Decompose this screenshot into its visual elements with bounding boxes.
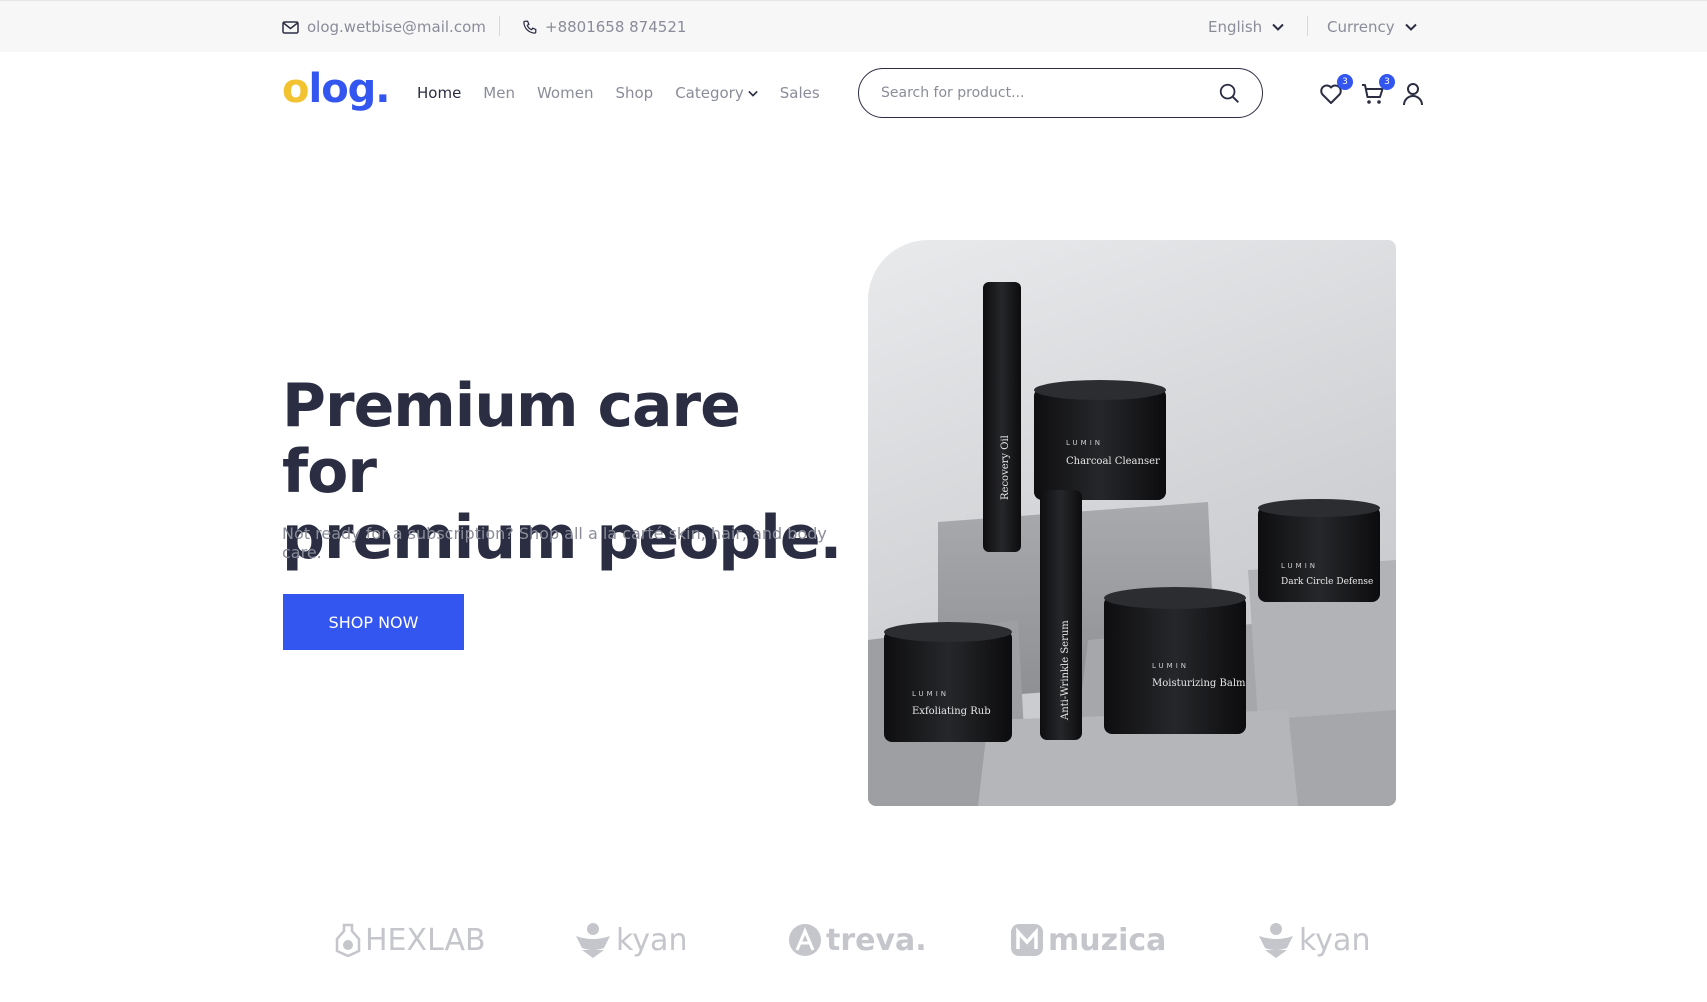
nav-women[interactable]: Women bbox=[537, 84, 593, 102]
search-icon[interactable] bbox=[1218, 82, 1240, 104]
wishlist-button[interactable]: 3 bbox=[1317, 74, 1353, 108]
search-box bbox=[858, 68, 1263, 118]
jar-lid bbox=[1034, 380, 1166, 400]
divider bbox=[1307, 16, 1308, 36]
kyan-logo-icon bbox=[576, 923, 610, 958]
brand-logo-hexlab[interactable]: HEXLAB bbox=[335, 912, 486, 968]
flask-icon bbox=[335, 923, 361, 957]
jar-lid bbox=[1104, 587, 1246, 609]
nav-shop[interactable]: Shop bbox=[615, 84, 653, 102]
cart-count-badge: 3 bbox=[1379, 74, 1395, 90]
product-label: Exfoliating Rub bbox=[912, 706, 991, 717]
brand-logo-muzica[interactable]: muzica bbox=[1010, 912, 1166, 968]
currency-label: Currency bbox=[1327, 18, 1395, 36]
phone-icon bbox=[523, 20, 537, 34]
muzica-logo-icon bbox=[1011, 924, 1043, 956]
product-label: Dark Circle Defense bbox=[1281, 577, 1373, 587]
brand-logo-kyan-2[interactable]: kyan bbox=[1257, 912, 1370, 968]
account-button[interactable] bbox=[1399, 80, 1427, 108]
user-icon bbox=[1403, 83, 1423, 106]
product-label: Recovery Oil bbox=[1000, 435, 1011, 500]
phone-link[interactable]: +8801658 874521 bbox=[522, 1, 686, 53]
brand-name: kyan bbox=[616, 922, 688, 958]
nav-men[interactable]: Men bbox=[483, 84, 515, 102]
jar-lid bbox=[884, 622, 1012, 642]
hero-subtitle: Not ready for a subscription? Shop all a… bbox=[282, 524, 827, 562]
treva-logo-icon bbox=[789, 924, 821, 956]
nav-home[interactable]: Home bbox=[417, 84, 461, 102]
chevron-down-icon bbox=[747, 90, 758, 97]
mail-icon bbox=[282, 20, 299, 34]
product-label: Moisturizing Balm bbox=[1152, 678, 1246, 689]
site-logo[interactable]: olog. bbox=[282, 66, 391, 112]
brand-logo-treva[interactable]: treva. bbox=[788, 912, 927, 968]
chevron-down-icon bbox=[1272, 23, 1284, 31]
wishlist-count-badge: 3 bbox=[1337, 74, 1353, 90]
chevron-down-icon bbox=[1404, 23, 1417, 31]
exfoliating-rub-jar bbox=[884, 630, 1012, 742]
brand-mark: LUMIN bbox=[912, 690, 949, 698]
brand-logo-kyan[interactable]: kyan bbox=[574, 912, 687, 968]
cart-button[interactable]: 3 bbox=[1359, 74, 1395, 108]
hero-title-line1: Premium care for bbox=[282, 371, 741, 507]
nav-category[interactable]: Category bbox=[675, 84, 758, 102]
divider bbox=[499, 16, 500, 36]
brand-mark: LUMIN bbox=[1066, 439, 1103, 447]
brand-name: treva. bbox=[826, 922, 927, 958]
brand-name: kyan bbox=[1299, 922, 1371, 958]
logo-text: log. bbox=[308, 66, 390, 112]
recovery-oil-bottle bbox=[983, 282, 1021, 552]
brand-mark: LUMIN bbox=[1281, 562, 1318, 570]
brand-name: muzica bbox=[1048, 922, 1167, 958]
language-label: English bbox=[1208, 18, 1263, 36]
dark-circle-defense-jar bbox=[1258, 506, 1380, 602]
nav-category-label: Category bbox=[675, 84, 744, 102]
product-photo: Recovery Oil LUMIN Charcoal Cleanser LUM… bbox=[868, 282, 1396, 806]
main-nav: Home Men Women Shop Category Sales bbox=[417, 52, 820, 134]
language-select[interactable]: English bbox=[1208, 1, 1292, 53]
email-text: olog.wetbise@mail.com bbox=[307, 18, 486, 36]
kyan-logo-icon bbox=[1259, 923, 1293, 958]
nav-sales[interactable]: Sales bbox=[780, 84, 820, 102]
shop-now-button[interactable]: SHOP NOW bbox=[283, 594, 464, 650]
email-link[interactable]: olog.wetbise@mail.com bbox=[282, 1, 486, 53]
product-label: Charcoal Cleanser bbox=[1066, 456, 1160, 467]
phone-text: +8801658 874521 bbox=[545, 18, 687, 36]
product-label: Anti-Wrinkle Serum bbox=[1060, 620, 1071, 721]
jar-lid bbox=[1258, 499, 1380, 517]
brand-logos-row: HEXLAB kyan treva. muzica kyan bbox=[282, 912, 1412, 968]
main-header: olog. Home Men Women Shop Category Sales… bbox=[0, 52, 1707, 134]
search-input[interactable] bbox=[881, 85, 1218, 101]
top-bar: olog.wetbise@mail.com +8801658 874521 En… bbox=[0, 0, 1707, 52]
brand-name: HEXLAB bbox=[365, 922, 486, 958]
logo-o: o bbox=[282, 66, 310, 112]
currency-select[interactable]: Currency bbox=[1327, 1, 1425, 53]
brand-mark: LUMIN bbox=[1152, 662, 1189, 670]
hero-product-image: Recovery Oil LUMIN Charcoal Cleanser LUM… bbox=[868, 240, 1396, 806]
